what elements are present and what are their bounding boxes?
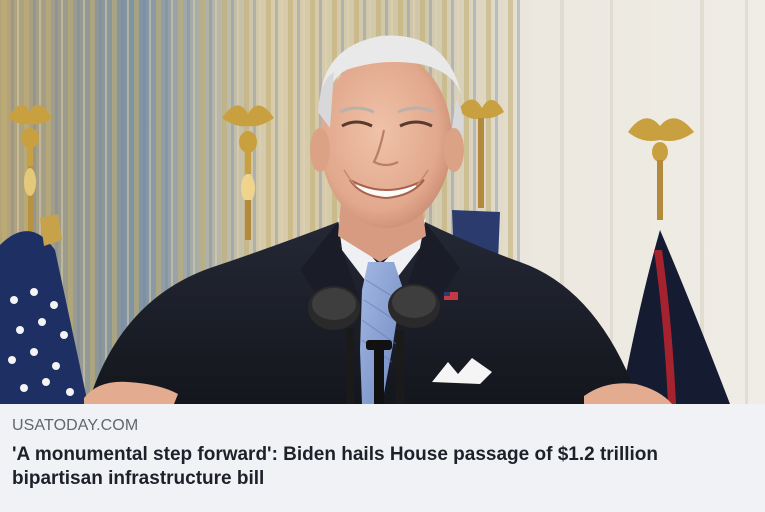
- face: [320, 52, 452, 228]
- link-caption[interactable]: USATODAY.COM 'A monumental step forward'…: [0, 404, 765, 512]
- source-domain: USATODAY.COM: [12, 417, 139, 434]
- article-headline[interactable]: 'A monumental step forward': Biden hails…: [12, 443, 753, 491]
- preview-image[interactable]: [0, 0, 765, 404]
- link-preview-card[interactable]: USATODAY.COM 'A monumental step forward'…: [0, 0, 765, 512]
